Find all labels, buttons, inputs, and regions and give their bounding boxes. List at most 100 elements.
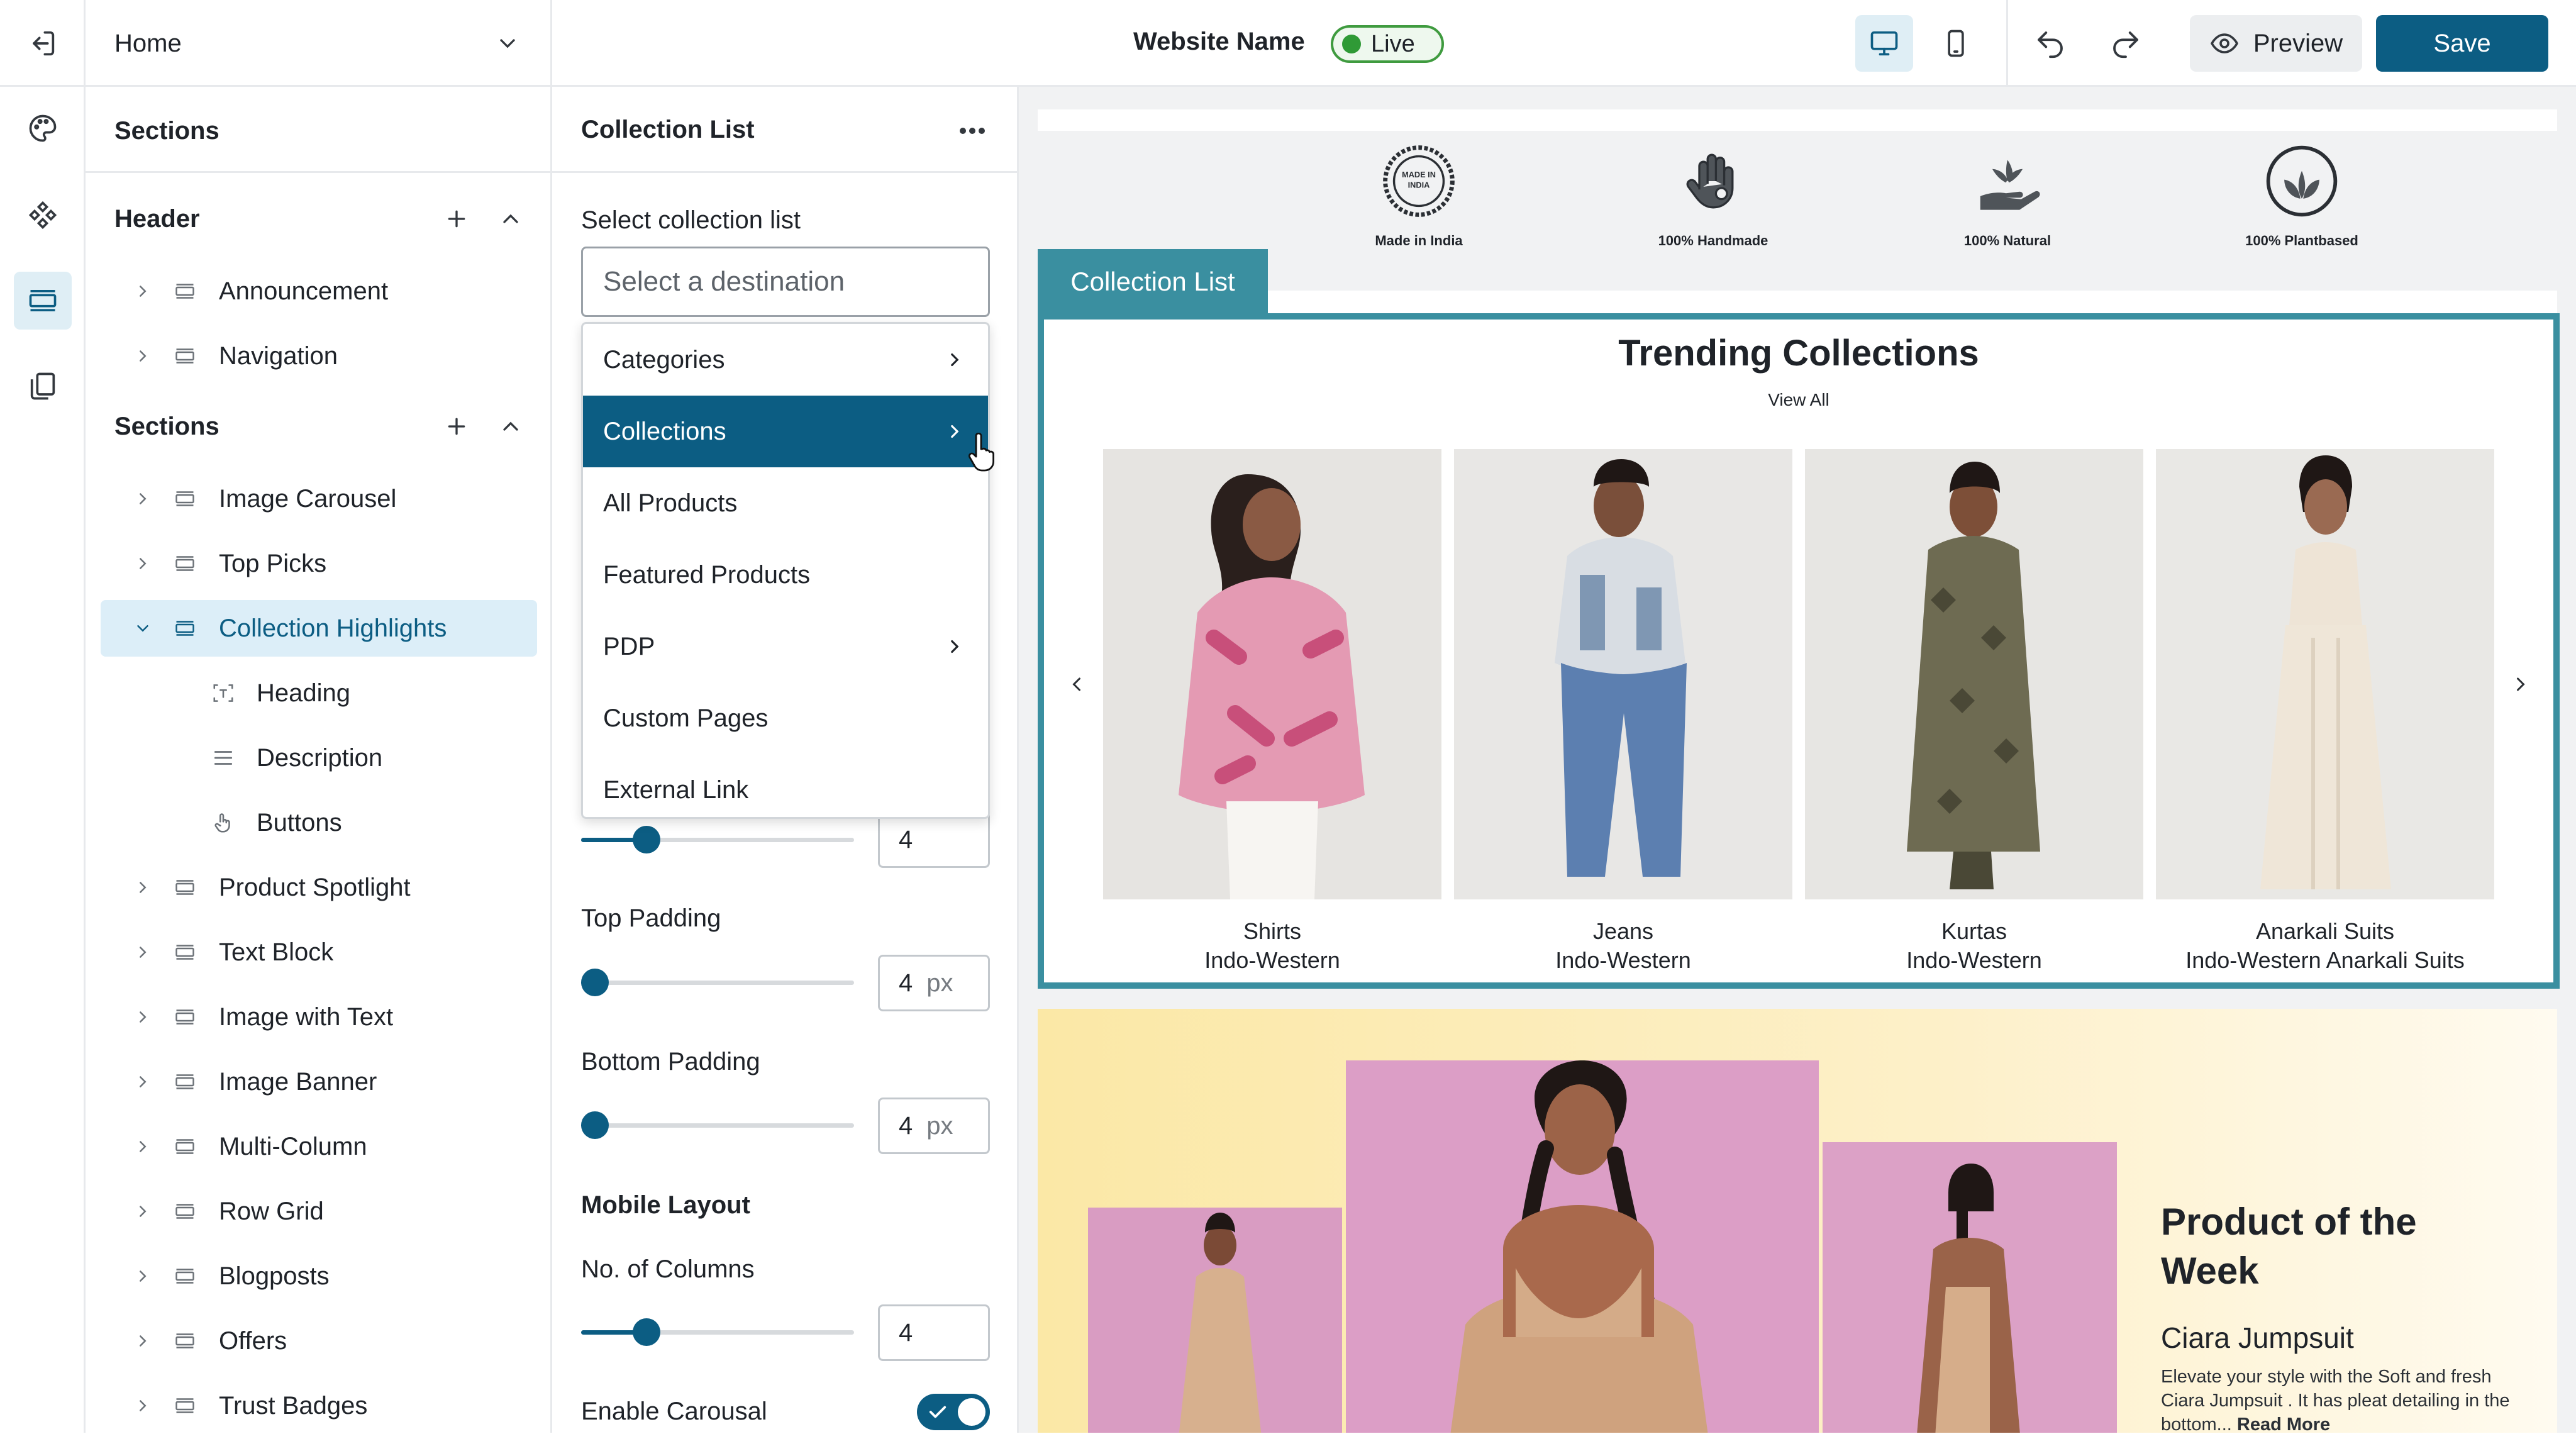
mobile-view-button[interactable]	[1927, 15, 1985, 72]
tree-item-product-spotlight[interactable]: Product Spotlight	[101, 859, 537, 916]
read-more-link[interactable]: Read More	[2237, 1415, 2330, 1433]
bottom-padding-input[interactable]: 4 px	[878, 1098, 990, 1154]
top-padding-input[interactable]: 4 px	[878, 955, 990, 1011]
components-button[interactable]	[14, 186, 72, 244]
header-group-label: Header	[114, 204, 200, 233]
columns-input[interactable]: 4	[878, 811, 990, 868]
destination-dropdown: Categories Collections All Products Feat…	[581, 322, 990, 819]
product-card[interactable]: Anarkali Suits Indo-Western Anarkali Sui…	[2156, 449, 2494, 975]
pow-description: Elevate your style with the Soft and fre…	[2161, 1365, 2513, 1433]
tree-item-collection-highlights[interactable]: Collection Highlights	[101, 600, 537, 657]
collection-list-section[interactable]: Trending Collections View All Shirts Ind…	[1038, 313, 2560, 989]
theme-button[interactable]	[14, 99, 72, 157]
dropdown-item-pdp[interactable]: PDP	[583, 611, 988, 682]
badge-natural: 100% Natural	[1913, 143, 2102, 249]
chevron-right-icon	[140, 350, 147, 362]
tree-item-announcement[interactable]: Announcement	[101, 263, 537, 320]
product-category: Indo-Western Anarkali Suits	[2185, 947, 2465, 973]
dropdown-item-categories[interactable]: Categories	[583, 324, 988, 396]
slider-thumb[interactable]	[581, 1111, 609, 1139]
more-options-button[interactable]	[947, 112, 997, 150]
slider-thumb[interactable]	[633, 826, 660, 853]
mobile-columns-input[interactable]: 4	[878, 1304, 990, 1361]
tree-item-multi-column[interactable]: Multi-Column	[101, 1118, 537, 1175]
tree-item-trust-badges[interactable]: Trust Badges	[101, 1377, 537, 1434]
tree-item-text-block[interactable]: Text Block	[101, 924, 537, 981]
tree-item-navigation[interactable]: Navigation	[101, 328, 537, 384]
view-all-link[interactable]: View All	[1044, 390, 2553, 410]
page-selector-label: Home	[114, 29, 182, 57]
status-label: Live	[1371, 30, 1415, 57]
product-of-week-section: Product of the Week Ciara Jumpsuit Eleva…	[1038, 1009, 2557, 1433]
chevron-right-icon	[140, 1335, 147, 1347]
components-icon	[28, 201, 57, 230]
chevron-right-icon	[140, 1141, 147, 1152]
dropdown-item-external-link[interactable]: External Link	[583, 754, 988, 817]
more-horizontal-icon	[960, 128, 985, 134]
chevron-right-icon	[140, 493, 147, 504]
chevron-down-icon	[500, 39, 515, 48]
product-card[interactable]: Jeans Indo-Western	[1454, 449, 1792, 975]
bottom-padding-label: Bottom Padding	[581, 1048, 760, 1076]
carousel-prev-button[interactable]	[1058, 665, 1096, 703]
product-title: Anarkali Suits Indo-Western Anarkali Sui…	[2156, 917, 2494, 975]
live-dot-icon	[1342, 35, 1361, 53]
chevron-up-icon[interactable]	[498, 414, 523, 439]
tree-child-description[interactable]: Description	[101, 730, 537, 786]
product-name: Jeans	[1592, 918, 1654, 944]
model-right-illustration	[1823, 1142, 2117, 1433]
exit-button[interactable]	[0, 0, 86, 87]
carousel-toggle[interactable]	[917, 1394, 990, 1430]
undo-button[interactable]	[2025, 19, 2075, 69]
dropdown-item-collections[interactable]: Collections	[583, 396, 988, 467]
unit-label: px	[926, 1111, 953, 1140]
product-category: Indo-Western	[1204, 947, 1340, 973]
slider-thumb[interactable]	[633, 1318, 660, 1346]
chevron-up-icon[interactable]	[498, 206, 523, 231]
pow-image-right	[1823, 1142, 2117, 1433]
tree-child-buttons[interactable]: Buttons	[101, 794, 537, 851]
top-padding-slider[interactable]	[581, 969, 854, 996]
dropdown-item-label: Featured Products	[603, 560, 811, 589]
mobile-columns-slider[interactable]	[581, 1318, 854, 1346]
section-icon	[175, 1074, 194, 1089]
save-button[interactable]: Save	[2376, 15, 2548, 72]
section-icon	[175, 284, 194, 299]
dropdown-item-all-products[interactable]: All Products	[583, 467, 988, 539]
tree-item-label: Image Banner	[219, 1067, 377, 1096]
tree-item-top-picks[interactable]: Top Picks	[101, 535, 537, 592]
tree-item-offers[interactable]: Offers	[101, 1313, 537, 1369]
carousel-next-button[interactable]	[2502, 665, 2540, 703]
add-icon[interactable]	[444, 414, 469, 439]
sections-button[interactable]	[14, 272, 72, 330]
collection-list-tag[interactable]: Collection List	[1038, 249, 1268, 314]
preview-button[interactable]: Preview	[2190, 15, 2362, 72]
tree-item-image-with-text[interactable]: Image with Text	[101, 989, 537, 1045]
columns-slider[interactable]	[581, 826, 854, 853]
product-card[interactable]: Shirts Indo-Western	[1103, 449, 1441, 975]
dropdown-item-custom-pages[interactable]: Custom Pages	[583, 682, 988, 754]
dropdown-item-featured-products[interactable]: Featured Products	[583, 539, 988, 611]
slider-thumb[interactable]	[581, 969, 609, 996]
redo-button[interactable]	[2101, 19, 2151, 69]
bottom-padding-value: 4	[899, 1111, 913, 1140]
page-selector[interactable]: Home	[86, 0, 552, 87]
product-card[interactable]: Kurtas Indo-Western	[1805, 449, 2143, 975]
save-label: Save	[2433, 29, 2491, 57]
trending-title: Trending Collections	[1618, 333, 1979, 374]
slider-track	[581, 1123, 854, 1128]
tree-item-image-carousel[interactable]: Image Carousel	[101, 470, 537, 527]
add-icon[interactable]	[444, 206, 469, 231]
tree-child-heading[interactable]: Heading	[101, 665, 537, 721]
destination-select[interactable]: Select a destination	[581, 247, 990, 317]
select-collection-label: Select collection list	[581, 206, 801, 234]
redo-icon	[2113, 31, 2138, 58]
top-bar: Home Website Name Live Preview Save	[0, 0, 2576, 87]
tree-item-blogposts[interactable]: Blogposts	[101, 1248, 537, 1304]
tree-item-row-grid[interactable]: Row Grid	[101, 1183, 537, 1240]
model-shirt-illustration	[1103, 449, 1441, 899]
tree-item-image-banner[interactable]: Image Banner	[101, 1053, 537, 1110]
bottom-padding-slider[interactable]	[581, 1111, 854, 1139]
desktop-view-button[interactable]	[1855, 15, 1913, 72]
pages-button[interactable]	[14, 357, 72, 415]
